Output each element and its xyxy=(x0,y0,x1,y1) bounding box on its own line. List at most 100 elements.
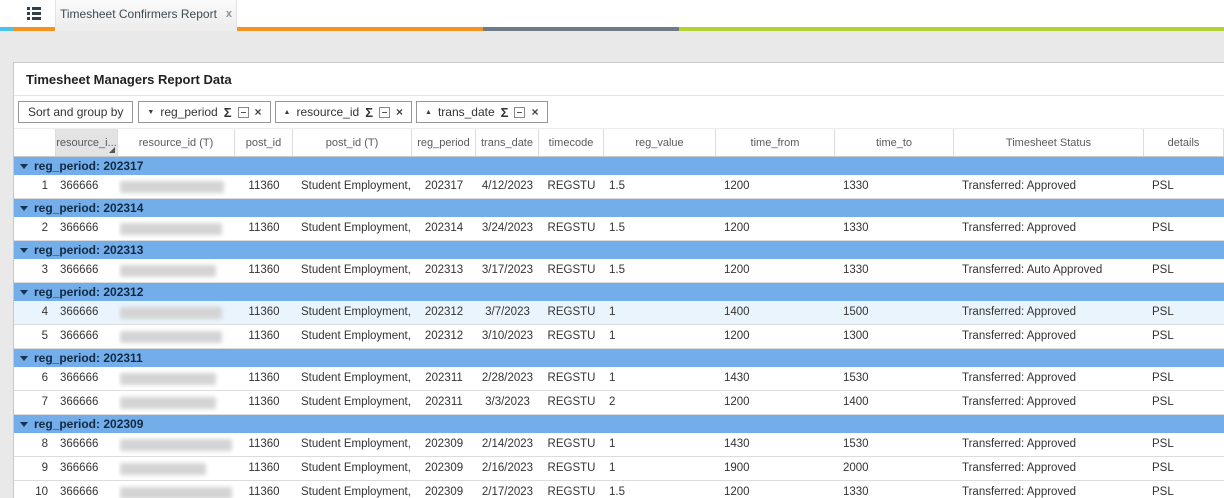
column-header-post_id[interactable]: post_id xyxy=(235,129,293,156)
sum-icon[interactable]: Σ xyxy=(365,106,373,119)
column-header-post_id_t[interactable]: post_id (T) xyxy=(293,129,412,156)
cell-resource_name xyxy=(118,481,235,498)
table-row[interactable]: 4 366666 11360 Student Employment, ... 20231… xyxy=(14,301,1224,325)
group-chip-reg_period[interactable]: ▼ reg_period Σ × xyxy=(138,101,271,123)
report-panel: Timesheet Managers Report Data Sort and … xyxy=(13,62,1224,498)
redacted-name xyxy=(120,265,216,277)
cell-reg_period: 202309 xyxy=(424,462,464,474)
table-row[interactable]: 2 366666 11360 Student Employment, ... 20231… xyxy=(14,217,1224,241)
remove-group-icon[interactable]: × xyxy=(255,106,262,118)
group-row[interactable]: reg_period: 202311 xyxy=(14,349,1224,367)
list-icon xyxy=(27,7,41,20)
column-header-resource_name[interactable]: resource_id (T) xyxy=(118,129,235,156)
column-header-resource_id[interactable]: resource_i... xyxy=(56,129,118,156)
cell-details: PSL xyxy=(1152,438,1174,450)
cell-post_id: 11360 xyxy=(248,438,280,450)
column-header-time_from[interactable]: time_from xyxy=(716,129,835,156)
group-collapse-icon[interactable] xyxy=(20,163,28,169)
table-row[interactable]: 9 366666 11360 Student Employment, ... 20230… xyxy=(14,457,1224,481)
cell-reg_value: 1 xyxy=(609,330,616,342)
collapse-icon[interactable] xyxy=(379,106,390,118)
cell-num: 7 xyxy=(41,396,48,408)
cell-resource_name xyxy=(118,457,235,480)
group-collapse-icon[interactable] xyxy=(20,205,28,211)
sum-icon[interactable]: Σ xyxy=(501,106,509,119)
group-row[interactable]: reg_period: 202309 xyxy=(14,415,1224,433)
remove-group-icon[interactable]: × xyxy=(396,106,403,118)
redacted-name xyxy=(120,487,232,498)
sum-icon[interactable]: Σ xyxy=(224,106,232,119)
cell-post_id_t: Student Employment, ... xyxy=(301,438,412,450)
cell-time_from: 1400 xyxy=(724,306,750,318)
cell-trans_date: 3/7/2023 xyxy=(485,306,530,318)
cell-status: Transferred: Approved xyxy=(962,222,1076,234)
cell-status: Transferred: Approved xyxy=(962,462,1076,474)
cell-post_id_t: Student Employment, ... xyxy=(301,306,412,318)
cell-resource_name xyxy=(118,175,235,198)
cell-time_to: 1330 xyxy=(843,264,869,276)
cell-trans_date: 2/28/2023 xyxy=(481,372,534,384)
cell-reg_value: 1.5 xyxy=(609,486,625,498)
table-row[interactable]: 3 366666 11360 Student Employment, ... 20231… xyxy=(14,259,1224,283)
cell-num: 3 xyxy=(41,264,48,276)
cell-reg_period: 202313 xyxy=(424,264,464,276)
tab-timesheet-confirmers-report[interactable]: Timesheet Confirmers Report x xyxy=(55,0,237,27)
column-header-reg_period[interactable]: reg_period xyxy=(412,129,476,156)
table-row[interactable]: 7 366666 11360 Student Employment, ... 20231… xyxy=(14,391,1224,415)
cell-post_id: 11360 xyxy=(248,330,280,342)
group-chip-resource_id[interactable]: ▲ resource_id Σ × xyxy=(274,101,413,123)
cell-reg_period: 202309 xyxy=(424,438,464,450)
cell-status: Transferred: Approved xyxy=(962,486,1076,498)
table-row[interactable]: 1 366666 11360 Student Employment, ... 20231… xyxy=(14,175,1224,199)
panel-title: Timesheet Managers Report Data xyxy=(14,63,1224,96)
sorted-column-icon xyxy=(109,147,115,153)
cell-details: PSL xyxy=(1152,264,1174,276)
cell-trans_date: 3/17/2023 xyxy=(481,264,534,276)
group-collapse-icon[interactable] xyxy=(20,355,28,361)
column-header-time_to[interactable]: time_to xyxy=(835,129,954,156)
column-header-num[interactable] xyxy=(14,129,56,156)
column-header-details[interactable]: details xyxy=(1144,129,1224,156)
cell-resource_id: 366666 xyxy=(60,486,99,498)
column-header-trans_date[interactable]: trans_date xyxy=(476,129,539,156)
group-label: reg_period: 202314 xyxy=(34,201,144,215)
grid-header-row: resource_i... resource_id (T) post_id post_… xyxy=(14,128,1224,157)
cell-trans_date: 3/10/2023 xyxy=(481,330,534,342)
group-row[interactable]: reg_period: 202314 xyxy=(14,199,1224,217)
cell-resource_name xyxy=(118,391,235,414)
cell-reg_value: 2 xyxy=(609,396,616,408)
group-row[interactable]: reg_period: 202312 xyxy=(14,283,1224,301)
cell-status: Transferred: Approved xyxy=(962,372,1076,384)
menu-button[interactable] xyxy=(13,0,55,27)
group-collapse-icon[interactable] xyxy=(20,289,28,295)
cell-resource_id: 366666 xyxy=(60,330,99,342)
group-chip-trans_date[interactable]: ▲ trans_date Σ × xyxy=(416,101,548,123)
cell-time_to: 1330 xyxy=(843,486,869,498)
cell-reg_period: 202314 xyxy=(424,222,464,234)
remove-group-icon[interactable]: × xyxy=(531,106,538,118)
group-row[interactable]: reg_period: 202317 xyxy=(14,157,1224,175)
table-row[interactable]: 10 366666 11360 Student Employment, ... 2023… xyxy=(14,481,1224,498)
table-row[interactable]: 6 366666 11360 Student Employment, ... 20231… xyxy=(14,367,1224,391)
redacted-name xyxy=(120,331,222,343)
group-collapse-icon[interactable] xyxy=(20,247,28,253)
group-row[interactable]: reg_period: 202313 xyxy=(14,241,1224,259)
group-collapse-icon[interactable] xyxy=(20,421,28,427)
cell-reg_period: 202312 xyxy=(424,330,464,342)
cell-reg_value: 1.5 xyxy=(609,264,625,276)
cell-details: PSL xyxy=(1152,180,1174,192)
table-row[interactable]: 8 366666 11360 Student Employment, ... 20230… xyxy=(14,433,1224,457)
cell-timecode: REGSTU xyxy=(547,330,596,342)
collapse-icon[interactable] xyxy=(237,106,249,118)
sort-and-group-button[interactable]: Sort and group by xyxy=(18,101,134,123)
cell-resource_name xyxy=(118,259,235,282)
sort-desc-icon: ▼ xyxy=(147,108,155,116)
tab-close-icon[interactable]: x xyxy=(226,8,232,20)
cell-details: PSL xyxy=(1152,396,1174,408)
cell-timecode: REGSTU xyxy=(547,222,596,234)
column-header-reg_value[interactable]: reg_value xyxy=(604,129,716,156)
column-header-status[interactable]: Timesheet Status xyxy=(954,129,1144,156)
column-header-timecode[interactable]: timecode xyxy=(539,129,604,156)
table-row[interactable]: 5 366666 11360 Student Employment, ... 20231… xyxy=(14,325,1224,349)
collapse-icon[interactable] xyxy=(514,106,526,118)
